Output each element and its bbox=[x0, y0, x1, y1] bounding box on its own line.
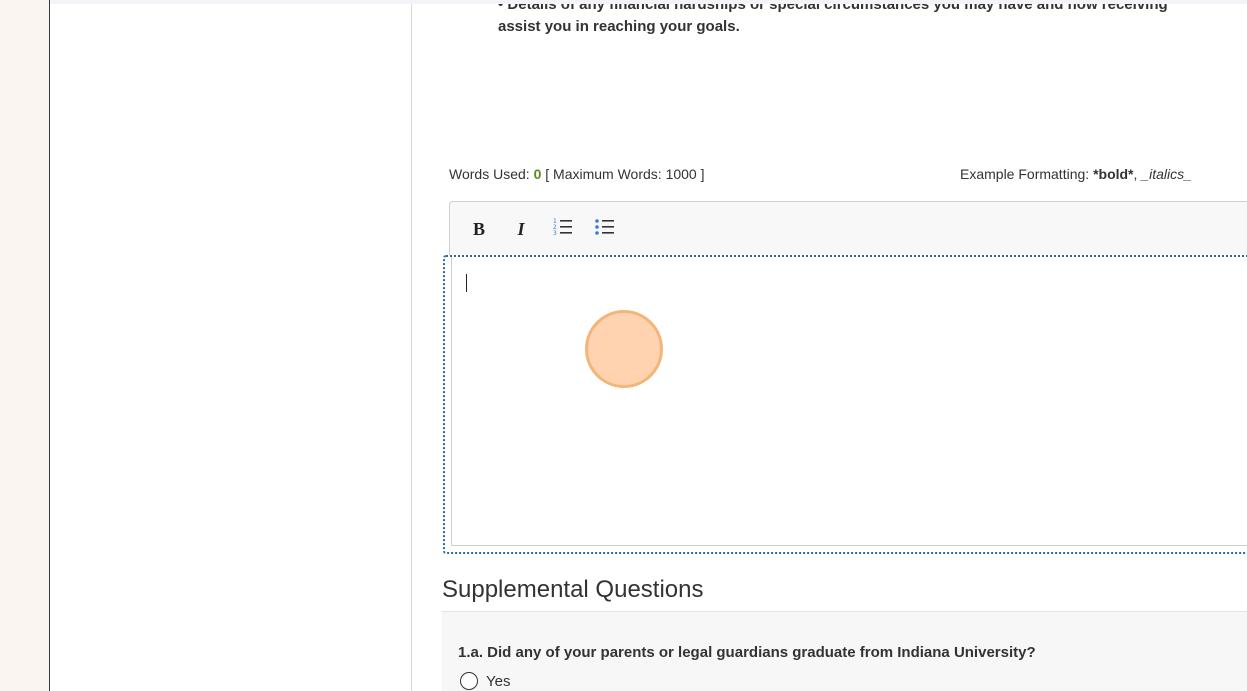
essay-prompt-line: assist you in reaching your goals. bbox=[498, 18, 740, 35]
essay-prompt-bullet: • Details of any financial hardships or … bbox=[498, 4, 1168, 13]
left-panel bbox=[51, 4, 412, 691]
bullet-list-icon[interactable] bbox=[592, 216, 618, 242]
words-used-label: Words Used: bbox=[449, 166, 530, 182]
format-italics-example: _italics_ bbox=[1141, 166, 1192, 182]
text-caret bbox=[466, 274, 467, 292]
format-separator: , bbox=[1133, 166, 1138, 182]
max-words-text: [ Maximum Words: 1000 ] bbox=[545, 166, 705, 182]
word-count: Words Used: 0 [ Maximum Words: 1000 ] bbox=[449, 166, 705, 182]
question-1a-box: 1.a. Did any of your parents or legal gu… bbox=[442, 611, 1247, 691]
click-indicator bbox=[585, 310, 663, 388]
words-used-value: 0 bbox=[533, 166, 542, 182]
editor-toolbar: B I 1 2 3 bbox=[449, 201, 1247, 257]
format-bold-example: *bold* bbox=[1093, 166, 1134, 182]
editor-area[interactable] bbox=[451, 257, 1247, 546]
yes-radio[interactable] bbox=[460, 672, 478, 690]
left-frame-strip bbox=[0, 0, 50, 691]
italic-button[interactable]: I bbox=[508, 216, 534, 242]
option-yes-row[interactable]: Yes bbox=[460, 670, 510, 691]
format-hint: Example Formatting: *bold*, _italics_ bbox=[960, 166, 1192, 182]
svg-text:3: 3 bbox=[553, 230, 557, 237]
essay-content: • Details of any financial hardships or … bbox=[413, 4, 1247, 691]
question-1a-label: 1.a. Did any of your parents or legal gu… bbox=[458, 644, 1036, 661]
ordered-list-icon[interactable]: 1 2 3 bbox=[550, 216, 576, 242]
essay-text-editor[interactable] bbox=[443, 255, 1247, 554]
format-label: Example Formatting: bbox=[960, 166, 1090, 182]
supplemental-questions-title: Supplemental Questions bbox=[442, 576, 704, 603]
yes-label[interactable]: Yes bbox=[486, 673, 510, 690]
bold-button[interactable]: B bbox=[466, 216, 492, 242]
